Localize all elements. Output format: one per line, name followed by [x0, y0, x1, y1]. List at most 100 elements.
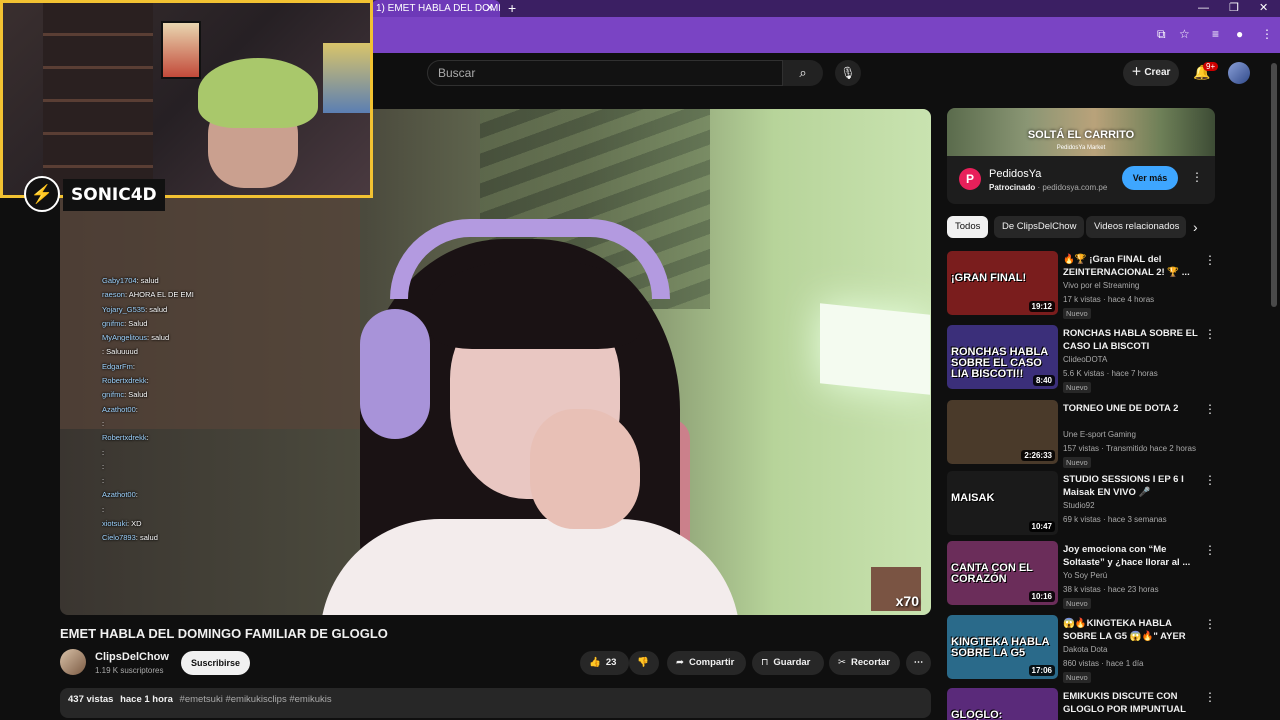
close-window-button[interactable]: ✕	[1259, 0, 1268, 17]
video-thumbnail[interactable]: CANTA CON EL CORAZÓN 10:16	[947, 541, 1058, 605]
advertiser-name: PedidosYa	[989, 168, 1042, 180]
subscribe-button[interactable]: Suscribirse	[181, 651, 250, 675]
account-avatar[interactable]	[1228, 62, 1250, 84]
ad-headline: SOLTÁ EL CARRITO	[1027, 129, 1135, 141]
page-scrollbar[interactable]	[1271, 63, 1277, 307]
chevron-right-icon[interactable]: ›	[1193, 219, 1198, 235]
chat-message: Azathot00:	[102, 403, 282, 417]
chip-todos[interactable]: Todos	[947, 216, 989, 238]
chat-message: MyAngelitous: salud	[102, 331, 282, 345]
bookmark-star-icon[interactable]: ☆	[1179, 27, 1190, 41]
more-options-icon[interactable]: ⋮	[1204, 402, 1216, 416]
plus-icon: ＋	[1131, 67, 1145, 78]
video-title: EMET HABLA DEL DOMINGO FAMILIAR DE GLOGL…	[60, 626, 388, 641]
recommended-video[interactable]: MAISAK 10:47 STUDIO SESSIONS I EP 6 I Mais…	[947, 471, 1216, 537]
new-badge: Nuevo	[1063, 382, 1091, 393]
video-light-panel	[820, 303, 930, 395]
chat-text: :	[102, 504, 105, 514]
channel-name[interactable]: ClipsDelChow	[95, 651, 169, 663]
playlist-icon[interactable]: ≡	[1212, 27, 1219, 41]
chip-related[interactable]: Videos relacionados	[1086, 216, 1186, 238]
browser-tab[interactable]: 1) EMET HABLA DEL DOMINGO ✕	[372, 0, 500, 17]
like-button[interactable]: 👍 23	[580, 651, 629, 675]
share-button[interactable]: ➦ Compartir	[667, 651, 746, 675]
recommended-channel[interactable]: Yo Soy Perú	[1063, 571, 1107, 580]
chat-message: xiotsuki: XD	[102, 517, 282, 531]
video-thumbnail[interactable]: RONCHAS HABLA SOBRE EL CASO LIA BISCOTI!…	[947, 325, 1058, 389]
more-options-icon[interactable]: ⋮	[1204, 690, 1216, 704]
recommended-title[interactable]: RONCHAS HABLA SOBRE EL CASO LIA BISCOTI	[1063, 327, 1203, 353]
recommended-video[interactable]: KINGTEKA HABLA SOBRE LA G5 17:06 😱🔥KINGTEK…	[947, 615, 1216, 683]
chat-text: : salud	[145, 304, 168, 314]
video-description[interactable]: 437 vistas hace 1 hora #emetsuki #emikuk…	[60, 688, 931, 718]
recommended-meta: 157 vistas · Transmitido hace 2 horas	[1063, 444, 1196, 453]
scissors-icon: ✂	[838, 657, 846, 668]
video-thumbnail[interactable]: 2:26:33	[947, 400, 1058, 464]
webcam-overlay	[0, 0, 373, 198]
recommended-title[interactable]: 😱🔥KINGTEKA HABLA SOBRE LA G5 😱🔥" AYER ES…	[1063, 617, 1203, 643]
video-thumbnail[interactable]: MAISAK 10:47	[947, 471, 1058, 535]
recommended-video[interactable]: ¡GRAN FINAL! 19:12 🔥🏆 ¡Gran FINAL del ZEIN…	[947, 251, 1216, 319]
sponsored-ad[interactable]: SOLTÁ EL CARRITO PedidosYa Market P Pedi…	[947, 108, 1215, 204]
recommended-channel[interactable]: Studio92	[1063, 501, 1095, 510]
ad-cta-button[interactable]: Ver más	[1122, 166, 1178, 190]
video-duration: 10:47	[1028, 521, 1055, 532]
voice-search-button[interactable]: 🎙	[835, 60, 861, 86]
chat-message: :	[102, 417, 282, 431]
video-thumbnail[interactable]: GLOGLO: ESPÉRAME ACABO EN 40 MINUTOS	[947, 688, 1058, 720]
new-tab-button[interactable]: +	[508, 0, 516, 17]
recommended-title[interactable]: EMIKUKIS DISCUTE CON GLOGLO POR IMPUNTUA…	[1063, 690, 1203, 716]
recommended-channel[interactable]: Dakota Dota	[1063, 645, 1107, 654]
recommended-channel[interactable]: Vivo por el Streaming	[1063, 281, 1139, 290]
ad-more-icon[interactable]: ⋮	[1191, 170, 1203, 184]
recommended-video[interactable]: RONCHAS HABLA SOBRE EL CASO LIA BISCOTI!…	[947, 325, 1216, 393]
notifications-badge: 9+	[1203, 62, 1219, 71]
share-label: Compartir	[688, 657, 735, 668]
create-button[interactable]: ＋ Crear	[1123, 60, 1179, 86]
recommended-title[interactable]: Joy emociona con “Me Soltaste” y ¿hace l…	[1063, 543, 1203, 569]
shirt	[320, 519, 740, 615]
more-options-icon[interactable]: ⋮	[1204, 617, 1216, 631]
chat-username: Azathot00	[102, 490, 136, 500]
clip-button[interactable]: ✂ Recortar	[829, 651, 900, 675]
recommended-video[interactable]: 2:26:33 TORNEO UNE DE DOTA 2 Une E-sport G…	[947, 400, 1216, 468]
video-thumbnail[interactable]: ¡GRAN FINAL! 19:12	[947, 251, 1058, 315]
advertiser-logo-icon: P	[959, 168, 981, 190]
mini-cam-label: x70	[895, 593, 919, 609]
video-thumbnail[interactable]: KINGTEKA HABLA SOBRE LA G5 17:06	[947, 615, 1058, 679]
more-options-icon[interactable]: ⋮	[1204, 327, 1216, 341]
share-icon: ➦	[676, 657, 684, 668]
chip-channel[interactable]: De ClipsDelChow	[994, 216, 1085, 238]
thumbnail-text: MAISAK	[951, 492, 995, 504]
more-options-icon[interactable]: ⋮	[1204, 543, 1216, 557]
restore-button[interactable]: ❐	[1229, 0, 1239, 17]
more-actions-button[interactable]: ⋯	[906, 651, 931, 675]
chat-message: Robertxdrekk:	[102, 431, 282, 445]
save-button[interactable]: ⊓ Guardar	[752, 651, 824, 675]
recommended-title[interactable]: TORNEO UNE DE DOTA 2	[1063, 402, 1203, 415]
install-icon[interactable]: ⧉	[1157, 27, 1166, 42]
recommended-video[interactable]: CANTA CON EL CORAZÓN 10:16 Joy emociona co…	[947, 541, 1216, 609]
recommended-channel[interactable]: ClideoDOTA	[1063, 355, 1107, 364]
hashtags[interactable]: #emetsuki #emikukisclips #emikukis	[180, 694, 332, 705]
extension-icon[interactable]: ●	[1236, 27, 1243, 41]
recommended-title[interactable]: 🔥🏆 ¡Gran FINAL del ZEINTERNACIONAL 2! 🏆 …	[1063, 253, 1203, 279]
headphone-earcup	[360, 309, 430, 439]
recommended-channel[interactable]: Une E-sport Gaming	[1063, 430, 1136, 439]
tab-close-icon[interactable]: ✕	[486, 0, 494, 17]
headphone-band	[390, 219, 670, 299]
channel-avatar[interactable]	[60, 649, 86, 675]
browser-menu-icon[interactable]: ⋮	[1261, 27, 1273, 41]
chat-username: Robertxdrekk	[102, 376, 147, 386]
more-options-icon[interactable]: ⋮	[1204, 253, 1216, 267]
search-input[interactable]: Buscar	[427, 60, 783, 86]
dislike-button[interactable]: 👎	[629, 651, 659, 675]
minimize-button[interactable]: —	[1198, 0, 1209, 17]
chat-message: Yojary_G535: salud	[102, 303, 282, 317]
more-options-icon[interactable]: ⋮	[1204, 473, 1216, 487]
search-button[interactable]: ⌕	[783, 60, 823, 86]
chat-text: :	[102, 418, 105, 428]
upload-time: hace 1 hora	[120, 694, 173, 705]
recommended-title[interactable]: STUDIO SESSIONS I EP 6 I Maisak EN VIVO …	[1063, 473, 1203, 499]
recommended-video[interactable]: GLOGLO: ESPÉRAME ACABO EN 40 MINUTOS EMIK…	[947, 688, 1216, 720]
